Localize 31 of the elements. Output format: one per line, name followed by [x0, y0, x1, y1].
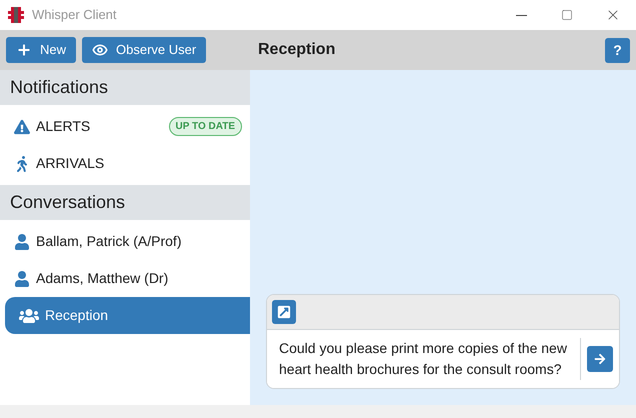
- send-button[interactable]: [587, 346, 613, 372]
- external-link-icon: [277, 305, 291, 319]
- arrow-right-icon: [594, 353, 606, 365]
- sidebar-item[interactable]: Ballam, Patrick (A/Prof): [0, 223, 250, 260]
- plus-icon: [16, 42, 32, 58]
- observe-user-button[interactable]: Observe User: [82, 37, 206, 63]
- item-label: Reception: [45, 306, 108, 325]
- sidebar-item[interactable]: ALERTS UP TO DATE: [0, 108, 250, 145]
- minimize-icon: [516, 14, 526, 16]
- sidebar-item[interactable]: Adams, Matthew (Dr): [0, 260, 250, 297]
- item-label: ALERTS: [36, 117, 90, 136]
- walking-person-icon: [14, 156, 30, 172]
- section-header: Notifications: [0, 70, 250, 105]
- window-title: Whisper Client: [32, 6, 117, 24]
- app-logo-icon: [8, 7, 24, 23]
- popout-button[interactable]: [272, 300, 296, 324]
- help-button[interactable]: ?: [605, 38, 630, 62]
- eye-icon: [92, 42, 108, 58]
- sidebar-item[interactable]: ARRIVALS: [0, 145, 250, 182]
- section-header: Conversations: [0, 185, 250, 220]
- item-label: Adams, Matthew (Dr): [36, 269, 168, 288]
- new-button[interactable]: New: [6, 37, 76, 63]
- item-label: ARRIVALS: [36, 154, 104, 173]
- status-badge: UP TO DATE: [168, 117, 242, 136]
- maximize-icon: [561, 9, 573, 21]
- item-label: Ballam, Patrick (A/Prof): [36, 232, 182, 251]
- user-icon: [14, 270, 30, 286]
- sidebar-item[interactable]: Reception: [5, 297, 250, 334]
- warning-icon: [14, 118, 30, 134]
- conversation-title: Reception: [258, 40, 336, 60]
- user-icon: [14, 234, 30, 250]
